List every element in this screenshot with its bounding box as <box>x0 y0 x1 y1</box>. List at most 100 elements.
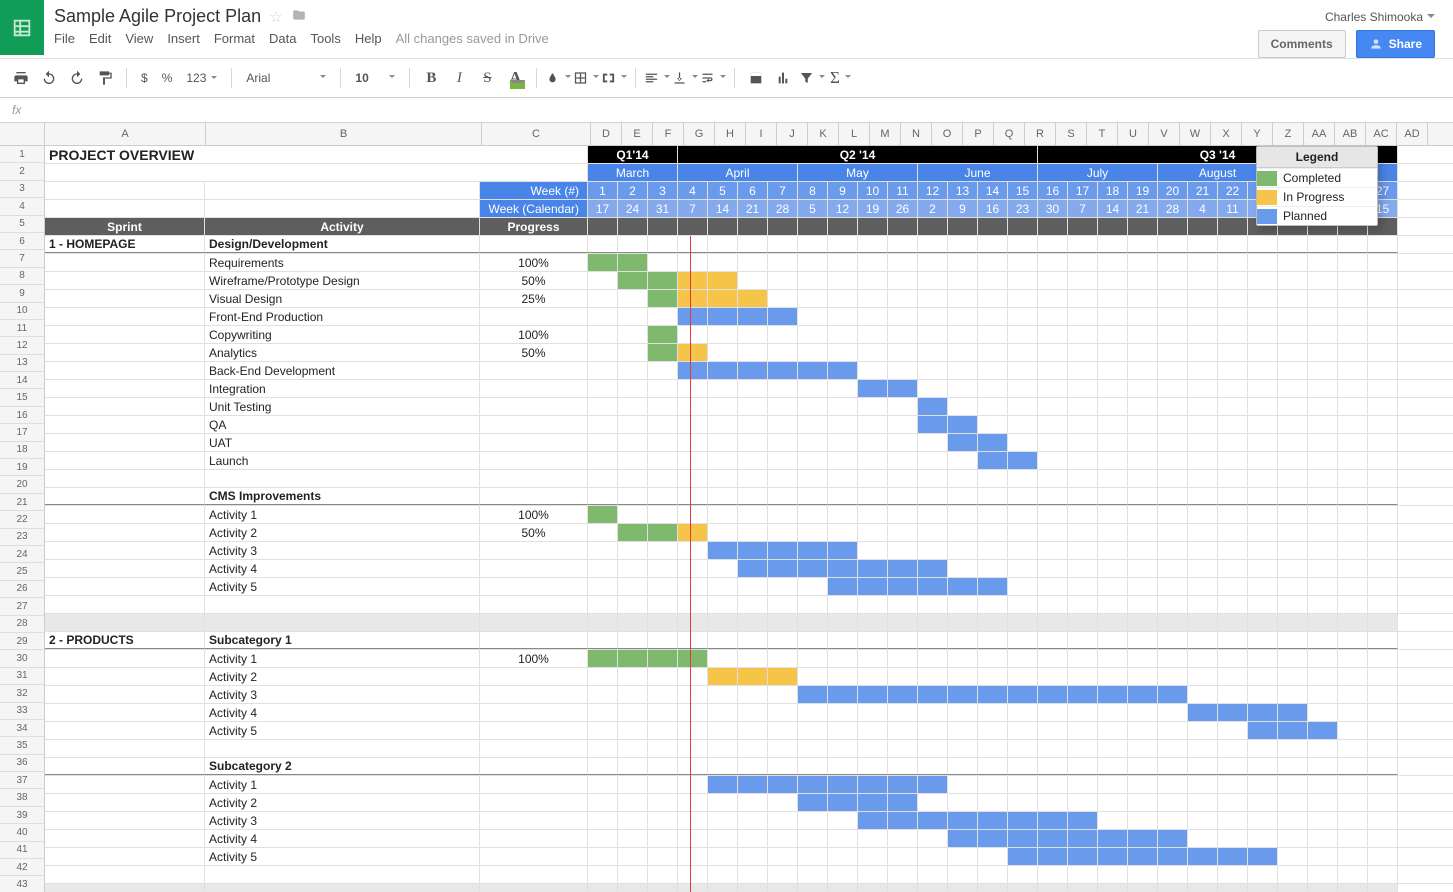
gantt-cell[interactable] <box>828 236 858 253</box>
gantt-cell[interactable] <box>858 686 888 703</box>
col-header-E[interactable]: E <box>622 123 653 145</box>
gantt-cell[interactable] <box>978 290 1008 307</box>
gantt-cell[interactable] <box>858 560 888 577</box>
gantt-cell[interactable] <box>1038 488 1068 505</box>
gantt-cell[interactable] <box>708 776 738 793</box>
gantt-cell[interactable] <box>798 272 828 289</box>
gantt-cell[interactable] <box>1338 668 1368 685</box>
row-header-43[interactable]: 43 <box>0 876 44 892</box>
sprint-cell[interactable] <box>45 254 205 271</box>
gantt-cell[interactable] <box>1158 632 1188 649</box>
gantt-cell[interactable] <box>1098 686 1128 703</box>
gantt-cell[interactable] <box>948 758 978 775</box>
gantt-cell[interactable] <box>1068 578 1098 595</box>
undo-icon[interactable] <box>36 65 62 91</box>
column-header-row[interactable]: ABCDEFGHIJKLMNOPQRSTUVWXYZAAABACAD <box>0 123 1453 146</box>
gantt-cell[interactable] <box>888 830 918 847</box>
gantt-cell[interactable] <box>948 830 978 847</box>
week-cal-cell[interactable]: 7 <box>678 200 708 217</box>
gantt-cell[interactable] <box>858 812 888 829</box>
gantt-cell[interactable] <box>1248 344 1278 361</box>
gantt-cell[interactable] <box>828 704 858 721</box>
gantt-cell[interactable] <box>1128 272 1158 289</box>
gantt-cell[interactable] <box>948 794 978 811</box>
gantt-cell[interactable] <box>1158 506 1188 523</box>
gantt-cell[interactable] <box>1158 344 1188 361</box>
activity-cell[interactable]: Subcategory 2 <box>205 758 480 775</box>
gantt-cell[interactable] <box>1098 326 1128 343</box>
gantt-cell[interactable] <box>768 848 798 865</box>
gantt-cell[interactable] <box>948 596 978 613</box>
gantt-cell[interactable] <box>948 344 978 361</box>
row-header-4[interactable]: 4 <box>0 198 44 215</box>
gantt-cell[interactable] <box>618 362 648 379</box>
gantt-cell[interactable] <box>1278 812 1308 829</box>
gantt-cell[interactable] <box>1038 506 1068 523</box>
week-cal-cell[interactable]: 24 <box>618 200 648 217</box>
gantt-cell[interactable] <box>1068 326 1098 343</box>
gantt-cell[interactable] <box>828 722 858 739</box>
gantt-cell[interactable] <box>1248 542 1278 559</box>
gantt-cell[interactable] <box>1338 362 1368 379</box>
gantt-cell[interactable] <box>738 380 768 397</box>
gantt-cell[interactable] <box>1308 542 1338 559</box>
gantt-cell[interactable] <box>918 848 948 865</box>
gantt-cell[interactable] <box>1158 740 1188 757</box>
gantt-cell[interactable] <box>588 650 618 667</box>
gantt-cell[interactable] <box>1338 740 1368 757</box>
gantt-cell[interactable] <box>1098 560 1128 577</box>
gantt-cell[interactable] <box>1098 524 1128 541</box>
gantt-cell[interactable] <box>1128 704 1158 721</box>
gantt-cell[interactable] <box>1338 290 1368 307</box>
gantt-cell[interactable] <box>828 578 858 595</box>
gantt-cell[interactable] <box>1038 596 1068 613</box>
gantt-cell[interactable] <box>1158 614 1188 631</box>
gantt-cell[interactable] <box>1128 812 1158 829</box>
gantt-cell[interactable] <box>828 866 858 883</box>
gantt-cell[interactable] <box>738 398 768 415</box>
progress-cell[interactable] <box>480 794 588 811</box>
gantt-cell[interactable] <box>1218 776 1248 793</box>
gantt-cell[interactable] <box>888 812 918 829</box>
gantt-cell[interactable] <box>1128 560 1158 577</box>
gantt-cell[interactable] <box>1098 344 1128 361</box>
insert-link-icon[interactable] <box>743 65 769 91</box>
gantt-cell[interactable] <box>918 794 948 811</box>
gantt-cell[interactable] <box>618 866 648 883</box>
gantt-cell[interactable] <box>948 614 978 631</box>
bold-icon[interactable]: B <box>418 65 444 91</box>
gantt-cell[interactable] <box>1338 470 1368 487</box>
folder-icon[interactable] <box>291 8 307 25</box>
gantt-cell[interactable] <box>1368 326 1398 343</box>
gantt-cell[interactable] <box>1308 614 1338 631</box>
col-header-L[interactable]: L <box>839 123 870 145</box>
week-cal-cell[interactable]: 19 <box>858 200 888 217</box>
gantt-cell[interactable] <box>1188 362 1218 379</box>
col-header-X[interactable]: X <box>1211 123 1242 145</box>
gantt-cell[interactable] <box>648 326 678 343</box>
gantt-cell[interactable] <box>708 668 738 685</box>
gantt-cell[interactable] <box>918 812 948 829</box>
menu-format[interactable]: Format <box>214 31 255 46</box>
gantt-cell[interactable] <box>708 380 738 397</box>
gantt-cell[interactable] <box>948 272 978 289</box>
gantt-cell[interactable] <box>1068 740 1098 757</box>
progress-cell[interactable] <box>480 884 588 892</box>
gantt-cell[interactable] <box>768 506 798 523</box>
gantt-cell[interactable] <box>1158 452 1188 469</box>
gantt-cell[interactable] <box>858 758 888 775</box>
gantt-cell[interactable] <box>738 830 768 847</box>
gantt-cell[interactable] <box>1368 812 1398 829</box>
gantt-cell[interactable] <box>648 542 678 559</box>
gantt-cell[interactable] <box>828 560 858 577</box>
sprint-cell[interactable] <box>45 884 205 892</box>
gantt-cell[interactable] <box>1308 290 1338 307</box>
gantt-cell[interactable] <box>828 668 858 685</box>
gantt-cell[interactable] <box>1218 344 1248 361</box>
gantt-cell[interactable] <box>1248 236 1278 253</box>
week-num-cell[interactable]: 19 <box>1128 182 1158 199</box>
row-header-33[interactable]: 33 <box>0 703 44 720</box>
gantt-cell[interactable] <box>1368 884 1398 892</box>
gantt-cell[interactable] <box>1008 236 1038 253</box>
gantt-cell[interactable] <box>1248 650 1278 667</box>
